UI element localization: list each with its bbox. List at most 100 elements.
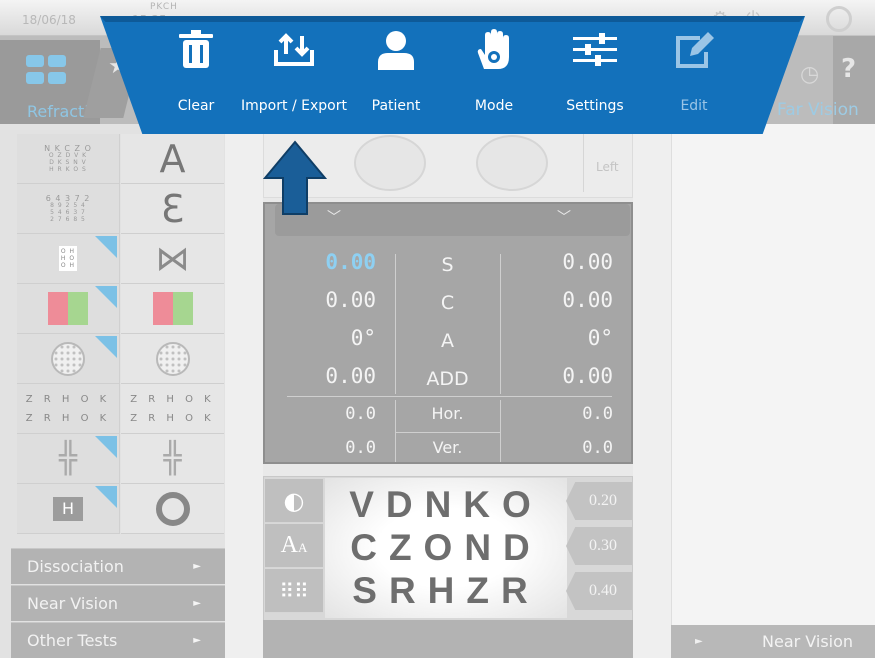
chart-row[interactable]: VDNKO bbox=[328, 484, 564, 526]
menu-near-vision[interactable]: Near Vision ► bbox=[11, 585, 225, 621]
add-right-value[interactable]: 0.00 bbox=[266, 364, 376, 388]
near-vision-bar[interactable]: ► Near Vision bbox=[671, 625, 875, 658]
prism-hor-label: Hor. bbox=[431, 404, 464, 423]
digit-thumbnail: 6 4 3 7 2 8 9 2 5 4 5 4 6 3 7 2 7 6 8 5 bbox=[45, 193, 91, 223]
layout-button[interactable]: ⠿⠿ bbox=[265, 569, 323, 613]
h-chart-icon: H bbox=[53, 496, 83, 521]
sphere-label: S bbox=[441, 254, 454, 276]
sphere-right-value[interactable]: 0.00 bbox=[266, 250, 376, 274]
corner-flag-icon bbox=[95, 436, 117, 458]
corner-flag-icon bbox=[95, 236, 117, 258]
digit-3-icon: Ɛ bbox=[160, 186, 185, 231]
corner-flag-icon bbox=[95, 336, 117, 358]
prism-ver-left-value[interactable]: 0.0 bbox=[513, 438, 613, 458]
chart-row[interactable]: CZOND bbox=[328, 527, 564, 569]
chevron-right-icon: ► bbox=[193, 561, 201, 572]
chevron-down-icon[interactable]: ﹀ bbox=[557, 207, 571, 227]
menu-other-tests[interactable]: Other Tests ► bbox=[11, 622, 225, 658]
test-dot-circle-2[interactable] bbox=[121, 334, 224, 384]
letter-a-icon: A bbox=[159, 136, 186, 181]
binocular-thumbnail: O HH OO H bbox=[58, 246, 78, 271]
cylinder-left-value[interactable]: 0.00 bbox=[503, 288, 613, 312]
contrast-icon: ◐ bbox=[283, 486, 305, 515]
test-ring[interactable] bbox=[121, 484, 224, 534]
acuity-badge[interactable]: 0.40 bbox=[566, 572, 632, 610]
zrhok-row: Z R H O K bbox=[25, 412, 111, 424]
menu-label: Dissociation bbox=[27, 557, 124, 576]
clear-label: Clear bbox=[177, 98, 215, 114]
left-eye-label: Left bbox=[596, 160, 619, 174]
eye-icon[interactable] bbox=[476, 135, 548, 191]
chart-footer bbox=[263, 620, 633, 658]
zrhok-row: Z R H O K bbox=[130, 393, 215, 405]
chevron-down-icon[interactable]: ﹀ bbox=[327, 207, 341, 227]
mode-button[interactable]: Mode bbox=[470, 20, 518, 128]
test-red-green-2[interactable] bbox=[121, 284, 224, 334]
ring-icon bbox=[155, 491, 190, 526]
dot-grid-icon: ⠿⠿ bbox=[279, 578, 309, 603]
test-butterfly[interactable]: ⋈ bbox=[121, 234, 224, 284]
test-red-green[interactable] bbox=[17, 284, 120, 334]
left-eye-selector[interactable]: Left bbox=[583, 130, 633, 192]
sphere-left-value[interactable]: 0.00 bbox=[503, 250, 613, 274]
test-letter-a[interactable]: A bbox=[121, 134, 224, 184]
tab-far-vision-label[interactable]: Far Vision bbox=[777, 100, 859, 120]
corner-flag-icon bbox=[95, 486, 117, 508]
axis-label: A bbox=[441, 330, 454, 352]
test-snellen-chart[interactable]: N K C Z O O Z D V K D K S N V H R K O S bbox=[17, 134, 120, 184]
test-h-chart[interactable]: H bbox=[17, 484, 120, 534]
acuity-badge[interactable]: 0.30 bbox=[566, 527, 632, 565]
zrhok-row: Z R H O K bbox=[130, 412, 215, 424]
butterfly-icon: ⋈ bbox=[155, 238, 190, 279]
device-label: PKCH bbox=[150, 2, 178, 12]
divider bbox=[500, 400, 501, 462]
zrhok-row: Z R H O K bbox=[25, 393, 111, 405]
eye-icon[interactable] bbox=[354, 135, 426, 191]
add-label: ADD bbox=[426, 368, 469, 390]
test-digit-chart[interactable]: 6 4 3 7 2 8 9 2 5 4 5 4 6 3 7 2 7 6 8 5 bbox=[17, 184, 120, 234]
test-binocular[interactable]: O HH OO H bbox=[17, 234, 120, 284]
test-dot-circle[interactable] bbox=[17, 334, 120, 384]
history-icon[interactable]: ◷ bbox=[800, 62, 819, 87]
font-size-icon: AA bbox=[280, 532, 308, 558]
cross-grid-icon: ╬ bbox=[58, 441, 78, 476]
settings-button[interactable]: Settings bbox=[563, 20, 627, 128]
near-vision-label: Near Vision bbox=[762, 632, 854, 651]
cylinder-right-value[interactable]: 0.00 bbox=[266, 288, 376, 312]
menu-dissociation[interactable]: Dissociation ► bbox=[11, 548, 225, 584]
edit-button[interactable]: Edit bbox=[672, 20, 716, 128]
help-icon: ? bbox=[841, 54, 857, 84]
prism-hor-right-value[interactable]: 0.0 bbox=[276, 404, 376, 424]
red-green-thumbnail bbox=[48, 292, 88, 325]
add-left-value[interactable]: 0.00 bbox=[503, 364, 613, 388]
clear-button[interactable]: Clear bbox=[174, 20, 218, 128]
test-cross-grid[interactable]: ╬ bbox=[17, 434, 120, 484]
import-export-icon bbox=[272, 28, 316, 72]
prism-ver-label: Ver. bbox=[432, 438, 463, 457]
divider bbox=[395, 432, 500, 433]
snellen-thumbnail: N K C Z O O Z D V K D K S N V H R K O S bbox=[44, 143, 92, 173]
settings-label: Settings bbox=[566, 98, 624, 114]
acuity-badge[interactable]: 0.20 bbox=[566, 482, 632, 520]
font-size-button[interactable]: AA bbox=[265, 524, 323, 568]
cylinder-label: C bbox=[440, 292, 455, 314]
sliders-icon bbox=[573, 28, 617, 72]
record-icon[interactable] bbox=[826, 6, 852, 32]
test-cross-grid-2[interactable]: ╬ bbox=[121, 434, 224, 484]
prism-ver-right-value[interactable]: 0.0 bbox=[276, 438, 376, 458]
edit-label: Edit bbox=[680, 98, 708, 114]
test-digit-3[interactable]: Ɛ bbox=[121, 184, 224, 234]
chevron-right-icon: ► bbox=[695, 636, 703, 647]
corner-flag-icon bbox=[95, 286, 117, 308]
patient-label: Patient bbox=[371, 98, 421, 114]
test-zrhok-2[interactable]: Z R H O K Z R H O K bbox=[121, 384, 224, 434]
contrast-button[interactable]: ◐ bbox=[265, 479, 323, 523]
user-icon bbox=[374, 28, 418, 72]
axis-left-value[interactable]: 0° bbox=[503, 326, 613, 350]
prism-hor-left-value[interactable]: 0.0 bbox=[513, 404, 613, 424]
chart-row[interactable]: SRHZR bbox=[328, 570, 564, 612]
patient-button[interactable]: Patient bbox=[368, 20, 424, 128]
axis-right-value[interactable]: 0° bbox=[266, 326, 376, 350]
test-zrhok[interactable]: Z R H O K Z R H O K bbox=[17, 384, 120, 434]
import-export-button[interactable]: Import / Export bbox=[236, 20, 352, 128]
